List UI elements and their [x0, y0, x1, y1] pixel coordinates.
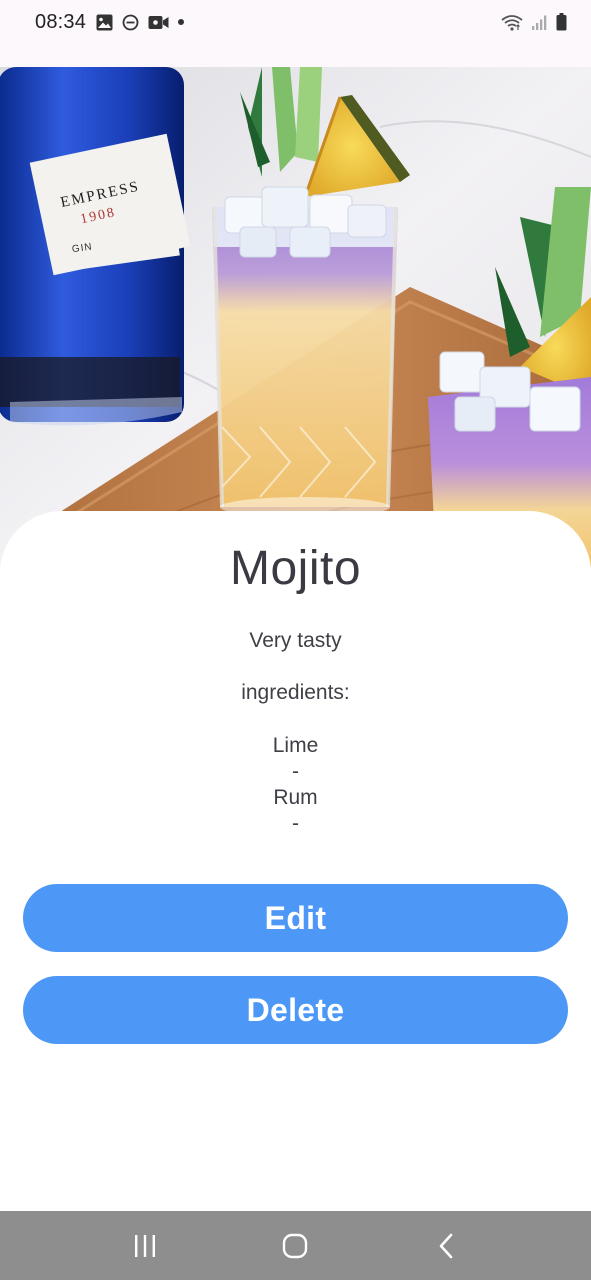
cocktail-description: Very tasty — [249, 629, 342, 652]
back-button[interactable] — [416, 1216, 476, 1276]
ingredient-separator: - — [292, 812, 299, 835]
cocktail-photo-illustration: EMPRESS 1908 GIN — [0, 67, 591, 567]
signal-icon — [531, 14, 548, 31]
recents-icon — [135, 1234, 156, 1257]
system-nav-bar — [0, 1211, 591, 1280]
cocktail-name: Mojito — [229, 542, 362, 595]
ingredient-item: Rum — [273, 786, 318, 809]
status-right-icons — [501, 10, 567, 34]
video-camera-icon — [148, 15, 169, 30]
ingredient-item: Lime — [272, 734, 319, 757]
recents-button[interactable] — [115, 1216, 175, 1276]
notification-dot-icon — [178, 19, 185, 25]
delete-button[interactable]: Delete — [23, 976, 568, 1044]
home-icon — [283, 1233, 308, 1258]
battery-icon — [556, 13, 567, 31]
cocktail-detail-card: Mojito Very tasty ingredients: Lime - Ru… — [0, 511, 591, 1211]
cocktail-photo: EMPRESS 1908 GIN — [0, 67, 591, 567]
status-time: 08:34 — [35, 11, 87, 33]
do-not-disturb-icon — [122, 14, 139, 31]
ingredients-list: Lime - Rum - — [0, 733, 591, 837]
status-bar: 08:34 — [0, 0, 591, 67]
image-icon — [96, 14, 113, 31]
edit-button[interactable]: Edit — [23, 884, 568, 952]
home-button[interactable] — [265, 1216, 325, 1276]
status-left-icons — [96, 10, 185, 34]
back-icon — [439, 1233, 453, 1258]
ingredients-label: ingredients: — [241, 681, 350, 704]
wifi-icon — [501, 14, 523, 31]
ingredient-separator: - — [292, 760, 299, 783]
